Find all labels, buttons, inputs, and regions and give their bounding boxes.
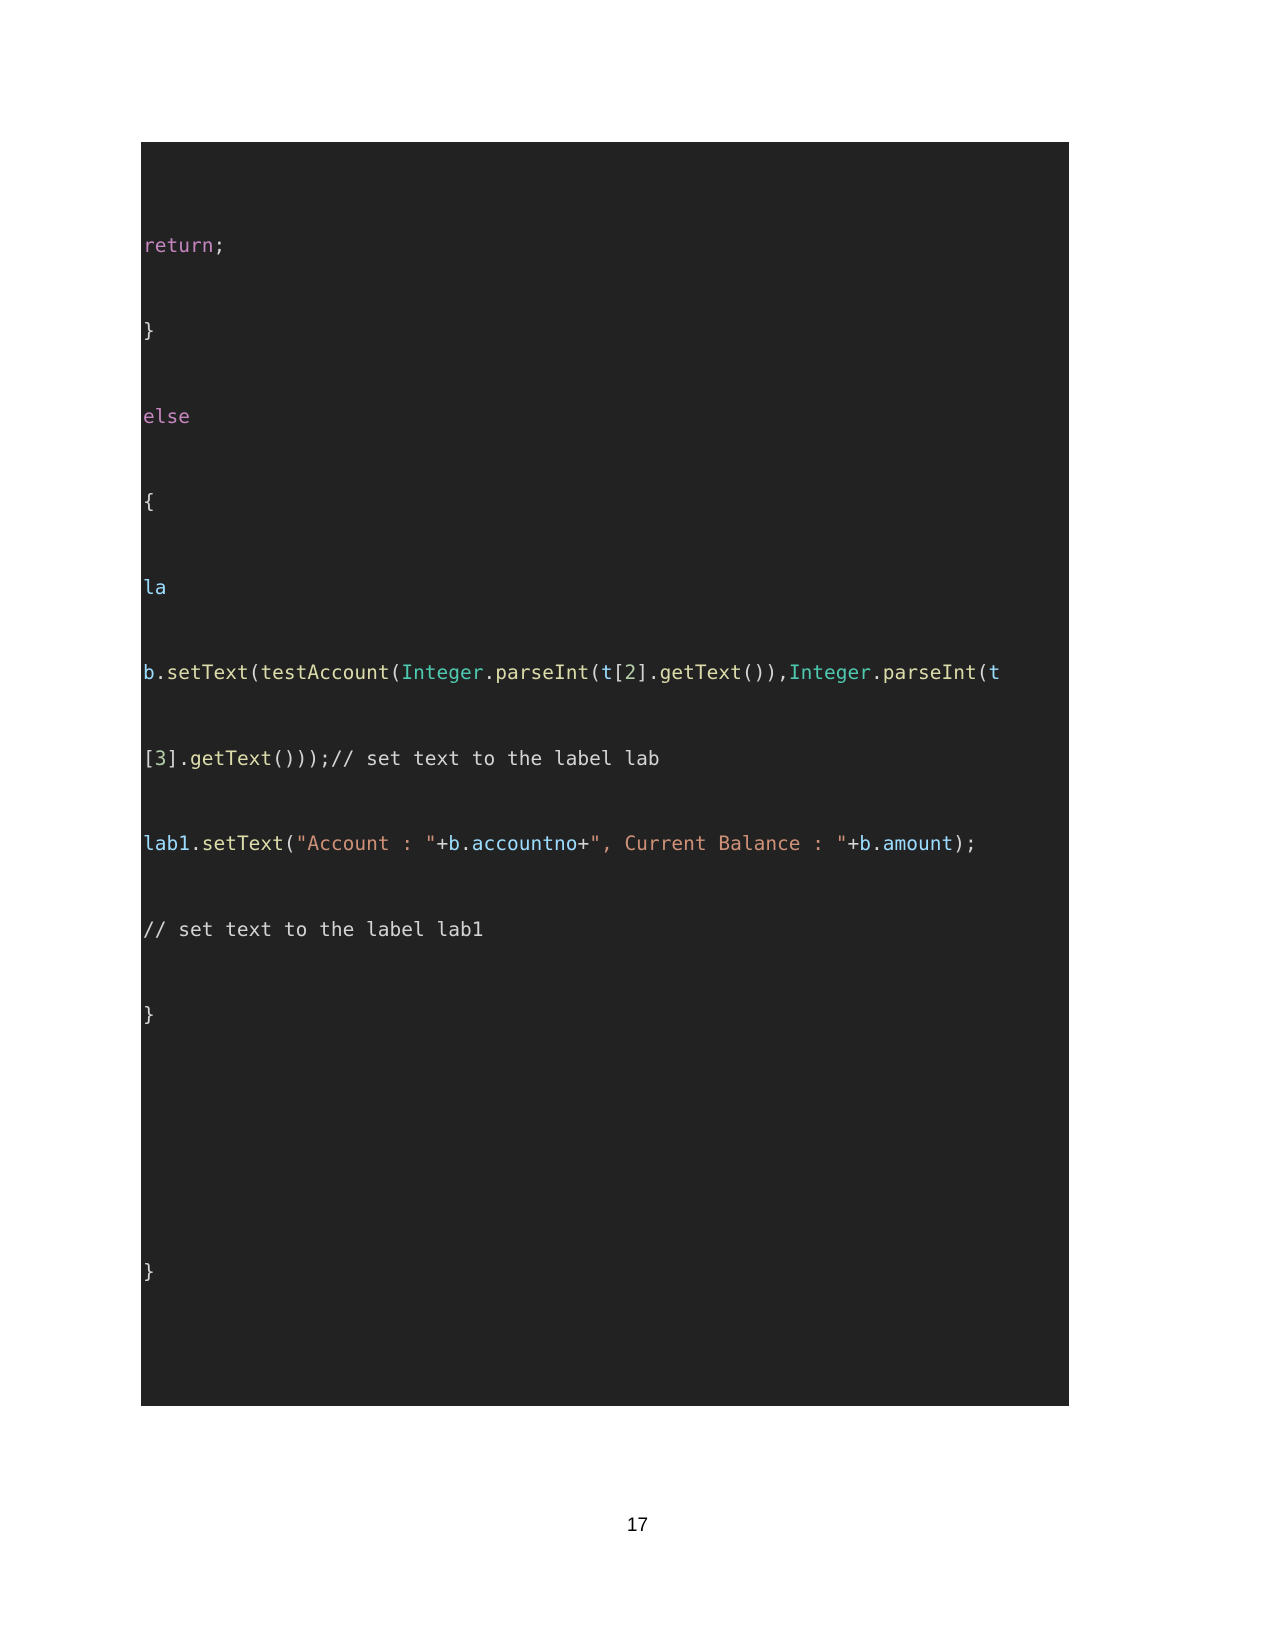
code-line: else: [143, 404, 190, 428]
code-line: lab1.setText("Account : "+b.accountno+",…: [143, 832, 977, 855]
code-line: [3].getText()));// set text to the label…: [143, 746, 660, 770]
code-line: la: [143, 575, 167, 599]
code-line: return;: [143, 233, 226, 257]
code-line: b.setText(testAccount(Integer.parseInt(t…: [143, 661, 1001, 684]
code-line: }: [143, 319, 155, 342]
code-lines-container: return; } else { la b.setText(testAccoun…: [141, 142, 1069, 1406]
document-page: return; } else { la b.setText(testAccoun…: [0, 0, 1275, 1651]
code-listing-block: return; } else { la b.setText(testAccoun…: [141, 142, 1069, 1406]
code-line: // set text to the label lab1: [143, 917, 484, 941]
code-line: }: [143, 1259, 155, 1283]
code-line: }: [143, 1003, 155, 1026]
code-line: {: [143, 490, 155, 513]
page-number: 17: [626, 1515, 649, 1536]
